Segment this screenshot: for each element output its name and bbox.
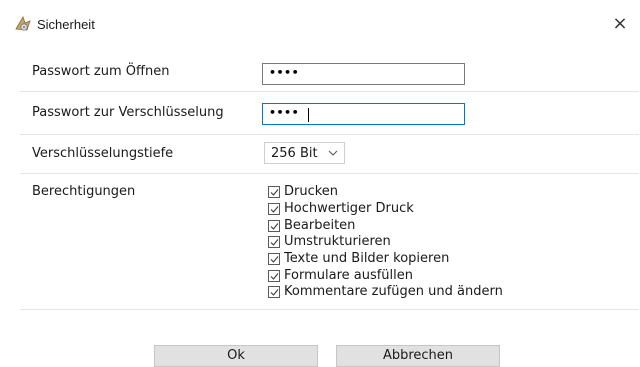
encryption-depth-label: Verschlüsselungstiefe — [32, 146, 174, 161]
divider — [20, 134, 639, 135]
permission-item[interactable]: Formulare ausfüllen — [268, 267, 503, 284]
title-bar: Sicherheit × — [0, 0, 640, 46]
permission-label: Drucken — [284, 184, 339, 200]
divider — [20, 91, 639, 92]
encryption-depth-select[interactable]: 256 Bit — [264, 142, 345, 164]
cancel-button[interactable]: Abbrechen — [336, 345, 500, 367]
open-password-field[interactable]: •••• — [262, 63, 465, 85]
open-password-label: Passwort zum Öffnen — [32, 64, 170, 79]
checkbox-checked[interactable] — [268, 269, 280, 282]
security-app-icon — [13, 14, 33, 34]
close-icon[interactable]: × — [600, 7, 640, 41]
permission-label: Texte und Bilder kopieren — [284, 251, 450, 267]
divider — [20, 309, 639, 310]
permission-label: Kommentare zufügen und ändern — [284, 284, 503, 300]
permission-item[interactable]: Bearbeiten — [268, 217, 503, 234]
checkbox-checked[interactable] — [268, 236, 280, 249]
permissions-label: Berechtigungen — [32, 184, 136, 199]
checkbox-checked[interactable] — [268, 253, 280, 266]
permission-item[interactable]: Drucken — [268, 184, 503, 201]
open-password-value: •••• — [269, 66, 300, 79]
window-title: Sicherheit — [37, 17, 95, 32]
permission-label: Formulare ausfüllen — [284, 267, 414, 283]
permission-label: Hochwertiger Druck — [284, 201, 414, 217]
permission-item[interactable]: Kommentare zufügen und ändern — [268, 284, 503, 301]
chevron-down-icon — [328, 144, 338, 165]
permissions-list: Drucken Hochwertiger Druck Bearbeiten Um… — [268, 184, 503, 301]
text-caret — [308, 108, 309, 122]
permission-item[interactable]: Texte und Bilder kopieren — [268, 251, 503, 268]
encrypt-password-value: •••• — [269, 106, 300, 119]
encrypt-password-field[interactable]: •••• — [262, 103, 465, 125]
ok-button[interactable]: Ok — [154, 345, 318, 367]
permission-label: Bearbeiten — [284, 217, 356, 233]
divider — [20, 173, 639, 174]
checkbox-checked[interactable] — [268, 286, 280, 299]
checkbox-checked[interactable] — [268, 203, 280, 216]
permission-label: Umstrukturieren — [284, 234, 391, 250]
permission-item[interactable]: Hochwertiger Druck — [268, 201, 503, 218]
checkbox-checked[interactable] — [268, 186, 280, 199]
checkbox-checked[interactable] — [268, 219, 280, 232]
permission-item[interactable]: Umstrukturieren — [268, 234, 503, 251]
encrypt-password-label: Passwort zur Verschlüsselung — [32, 105, 224, 120]
encryption-depth-value: 256 Bit — [271, 146, 318, 161]
